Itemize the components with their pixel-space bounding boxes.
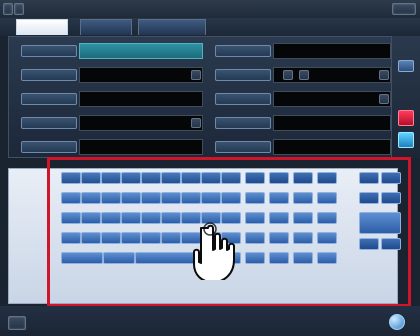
toolbar-button-1[interactable] [3,3,13,15]
side-panel-button-2[interactable] [398,110,414,126]
field-input-left-4[interactable] [79,115,203,131]
field-label-left-5 [21,141,77,153]
field-right-2-right-stepper[interactable] [299,70,309,80]
tab-2[interactable] [80,19,132,35]
form-panel [8,36,392,158]
bottom-left-button[interactable] [8,316,26,330]
field-label-right-3 [215,93,271,105]
field-input-left-2[interactable] [79,67,203,83]
field-right-2-dropdown[interactable] [379,70,389,80]
field-input-left-5[interactable] [79,139,203,155]
field-left-4-dropdown[interactable] [191,118,201,128]
field-label-left-1 [21,45,77,57]
side-panel-button-3[interactable] [398,132,414,148]
field-input-right-3[interactable] [273,91,391,107]
tab-3[interactable] [138,19,206,35]
field-label-right-4 [215,117,271,129]
field-input-left-1[interactable] [79,43,203,59]
field-label-left-3 [21,93,77,105]
field-input-right-4[interactable] [273,115,391,131]
field-input-right-1[interactable] [273,43,391,59]
right-side-panel [392,36,420,158]
field-input-left-3[interactable] [79,91,203,107]
top-toolbar [0,0,420,18]
field-label-left-4 [21,117,77,129]
bottom-right-button[interactable] [389,314,405,330]
field-label-left-2 [21,69,77,81]
tab-main[interactable] [16,19,68,35]
field-label-right-5 [215,141,271,153]
bottom-bar [0,306,420,336]
side-panel-button-1[interactable] [398,60,414,72]
field-right-3-dropdown[interactable] [379,94,389,104]
field-left-2-dropdown[interactable] [191,70,201,80]
toolbar-button-2[interactable] [14,3,24,15]
tap-hand-icon [193,222,235,280]
field-input-right-5[interactable] [273,139,391,155]
toolbar-button-right[interactable] [392,3,416,15]
field-label-right-2 [215,69,271,81]
field-label-right-1 [215,45,271,57]
field-right-2-left-stepper[interactable] [283,70,293,80]
